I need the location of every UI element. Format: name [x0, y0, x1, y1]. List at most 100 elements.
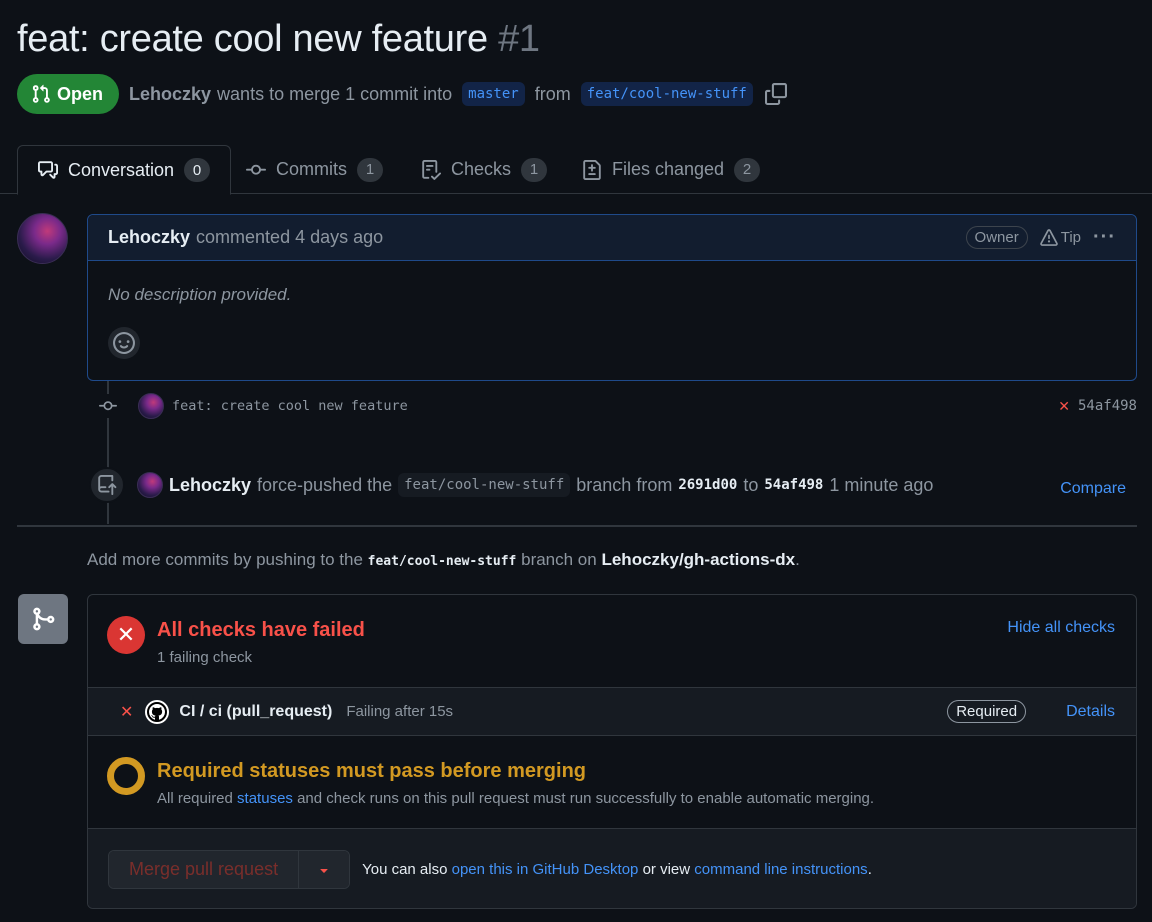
git-commit-icon — [96, 394, 120, 418]
tab-files-changed-label: Files changed — [612, 159, 725, 179]
pr-description-comment: Lehoczky commented 4 days ago Owner Tip … — [87, 214, 1137, 381]
commit-avatar[interactable] — [138, 393, 164, 419]
comment-author[interactable]: Lehoczky — [108, 227, 190, 248]
tab-conversation-label: Conversation — [68, 159, 175, 180]
merge-actions: Merge pull request You can also open thi… — [88, 829, 1136, 908]
pr-meta: Open Lehoczky wants to merge 1 commit in… — [17, 74, 787, 114]
tip-button[interactable]: Tip — [1039, 228, 1082, 247]
owner-badge: Owner — [965, 226, 1028, 249]
timeline-end-divider — [17, 525, 1137, 527]
base-branch[interactable]: master — [462, 82, 525, 106]
pr-number: #1 — [498, 18, 540, 60]
git-merge-icon — [18, 594, 68, 644]
x-icon[interactable]: ✕ — [1058, 398, 1070, 415]
hint-prefix: Add more commits by pushing to the — [87, 550, 363, 569]
tab-commits-count: 1 — [357, 157, 383, 182]
command-line-link[interactable]: command line instructions — [694, 861, 867, 878]
state-label: Open — [57, 83, 104, 104]
kebab-horizontal-icon[interactable]: ··· — [1093, 226, 1116, 249]
check-row: ✕ CI / ci (pull_request) Failing after 1… — [88, 688, 1136, 736]
tab-files-changed-count: 2 — [734, 157, 761, 182]
tip-label: Tip — [1060, 229, 1082, 246]
merge-box: ✕ All checks have failed 1 failing check… — [87, 594, 1137, 909]
tab-conversation[interactable]: Conversation 0 — [17, 145, 232, 195]
pr-title: feat: create cool new feature #1 — [17, 18, 540, 61]
github-logo-icon — [145, 699, 170, 724]
x-icon: ✕ — [120, 703, 134, 721]
commit-sha[interactable]: 54af498 — [1078, 398, 1137, 414]
checks-subtitle: 1 failing check — [157, 649, 253, 666]
hint-suffix: . — [795, 550, 800, 569]
x-circle-icon: ✕ — [107, 616, 145, 654]
push-time[interactable]: 1 minute ago — [829, 475, 933, 496]
timeline-commit: feat: create cool new feature ✕ 54af498 — [96, 392, 1137, 420]
tab-checks-count: 1 — [521, 157, 548, 182]
pr-title-text: feat: create cool new feature — [17, 18, 488, 60]
comment-meta[interactable]: commented 4 days ago — [196, 227, 383, 248]
hint-branch: feat/cool-new-stuff — [367, 554, 517, 569]
git-commit-icon — [246, 164, 266, 175]
tab-commits[interactable]: Commits 1 — [246, 145, 383, 194]
required-badge: Required — [947, 700, 1027, 723]
check-name: CI / ci (pull_request) — [179, 702, 333, 720]
merge-note: You can also open this in GitHub Desktop… — [362, 861, 872, 878]
push-author[interactable]: Lehoczky — [169, 475, 251, 496]
pr-author-link[interactable]: Lehoczky — [129, 84, 211, 105]
state-badge: Open — [17, 74, 120, 114]
comment-header: Lehoczky commented 4 days ago Owner Tip … — [88, 215, 1136, 261]
required-text-2: and check runs on this pull request must… — [297, 790, 875, 807]
merge-note-1: You can also — [362, 861, 448, 878]
push-text-to: to — [743, 474, 759, 495]
avatar[interactable] — [17, 213, 68, 264]
checks-title: All checks have failed — [157, 619, 365, 641]
statuses-link[interactable]: statuses — [237, 790, 293, 807]
push-avatar[interactable] — [137, 472, 163, 498]
push-hint: Add more commits by pushing to the feat/… — [87, 550, 800, 570]
add-reaction-button[interactable] — [108, 327, 140, 359]
checks-summary: ✕ All checks have failed 1 failing check… — [88, 595, 1136, 688]
git-pull-request-icon — [32, 84, 50, 103]
pr-tabs: Conversation 0 Commits 1 Checks 1 Files … — [0, 145, 1152, 195]
smiley-icon — [113, 332, 135, 354]
push-branch[interactable]: feat/cool-new-stuff — [398, 473, 571, 497]
required-text: All required statuses and check runs on … — [157, 790, 874, 807]
tab-conversation-count: 0 — [184, 158, 211, 182]
repo-push-icon — [89, 467, 125, 503]
merge-method-dropdown[interactable] — [299, 851, 350, 888]
commit-message[interactable]: feat: create cool new feature — [172, 398, 408, 414]
hide-all-checks-button[interactable]: Hide all checks — [1007, 619, 1115, 637]
merge-note-3: . — [867, 861, 872, 878]
required-statuses: Required statuses must pass before mergi… — [88, 736, 1136, 829]
merge-text: wants to merge 1 commit into — [217, 83, 453, 104]
triangle-down-icon — [320, 868, 328, 873]
tab-checks[interactable]: Checks 1 — [421, 145, 548, 194]
alert-icon — [1039, 228, 1058, 246]
check-status: Failing after 15s — [346, 703, 454, 720]
checklist-icon — [422, 159, 441, 180]
required-text-1: All required — [157, 790, 233, 807]
tab-files-changed[interactable]: Files changed 2 — [582, 145, 761, 194]
pending-icon — [107, 757, 145, 795]
merge-pull-request-button[interactable]: Merge pull request — [109, 851, 300, 888]
file-diff-icon — [583, 159, 601, 180]
merge-button-group: Merge pull request — [108, 850, 351, 889]
push-to-sha[interactable]: 54af498 — [764, 477, 823, 493]
push-text-from: branch from — [576, 474, 673, 495]
compare-link[interactable]: Compare — [1060, 472, 1126, 498]
push-text: force-pushed the — [257, 474, 393, 495]
github-desktop-link[interactable]: open this in GitHub Desktop — [452, 861, 639, 878]
head-branch[interactable]: feat/cool-new-stuff — [580, 82, 753, 106]
from-text: from — [534, 83, 571, 104]
tab-commits-label: Commits — [276, 159, 347, 179]
comment-body: No description provided. — [108, 285, 292, 304]
tab-checks-label: Checks — [451, 159, 512, 179]
required-title: Required statuses must pass before mergi… — [157, 760, 587, 782]
hint-middle: branch on — [521, 550, 597, 569]
details-link[interactable]: Details — [1066, 703, 1115, 721]
timeline-force-push: Lehoczky force-pushed the feat/cool-new-… — [89, 467, 1126, 503]
copy-icon[interactable] — [764, 83, 787, 105]
hint-repo: Lehoczky/gh-actions-dx — [601, 550, 796, 569]
push-from-sha[interactable]: 2691d00 — [678, 477, 737, 493]
merge-note-2: or view — [642, 861, 691, 878]
comment-discussion-icon — [38, 161, 58, 179]
